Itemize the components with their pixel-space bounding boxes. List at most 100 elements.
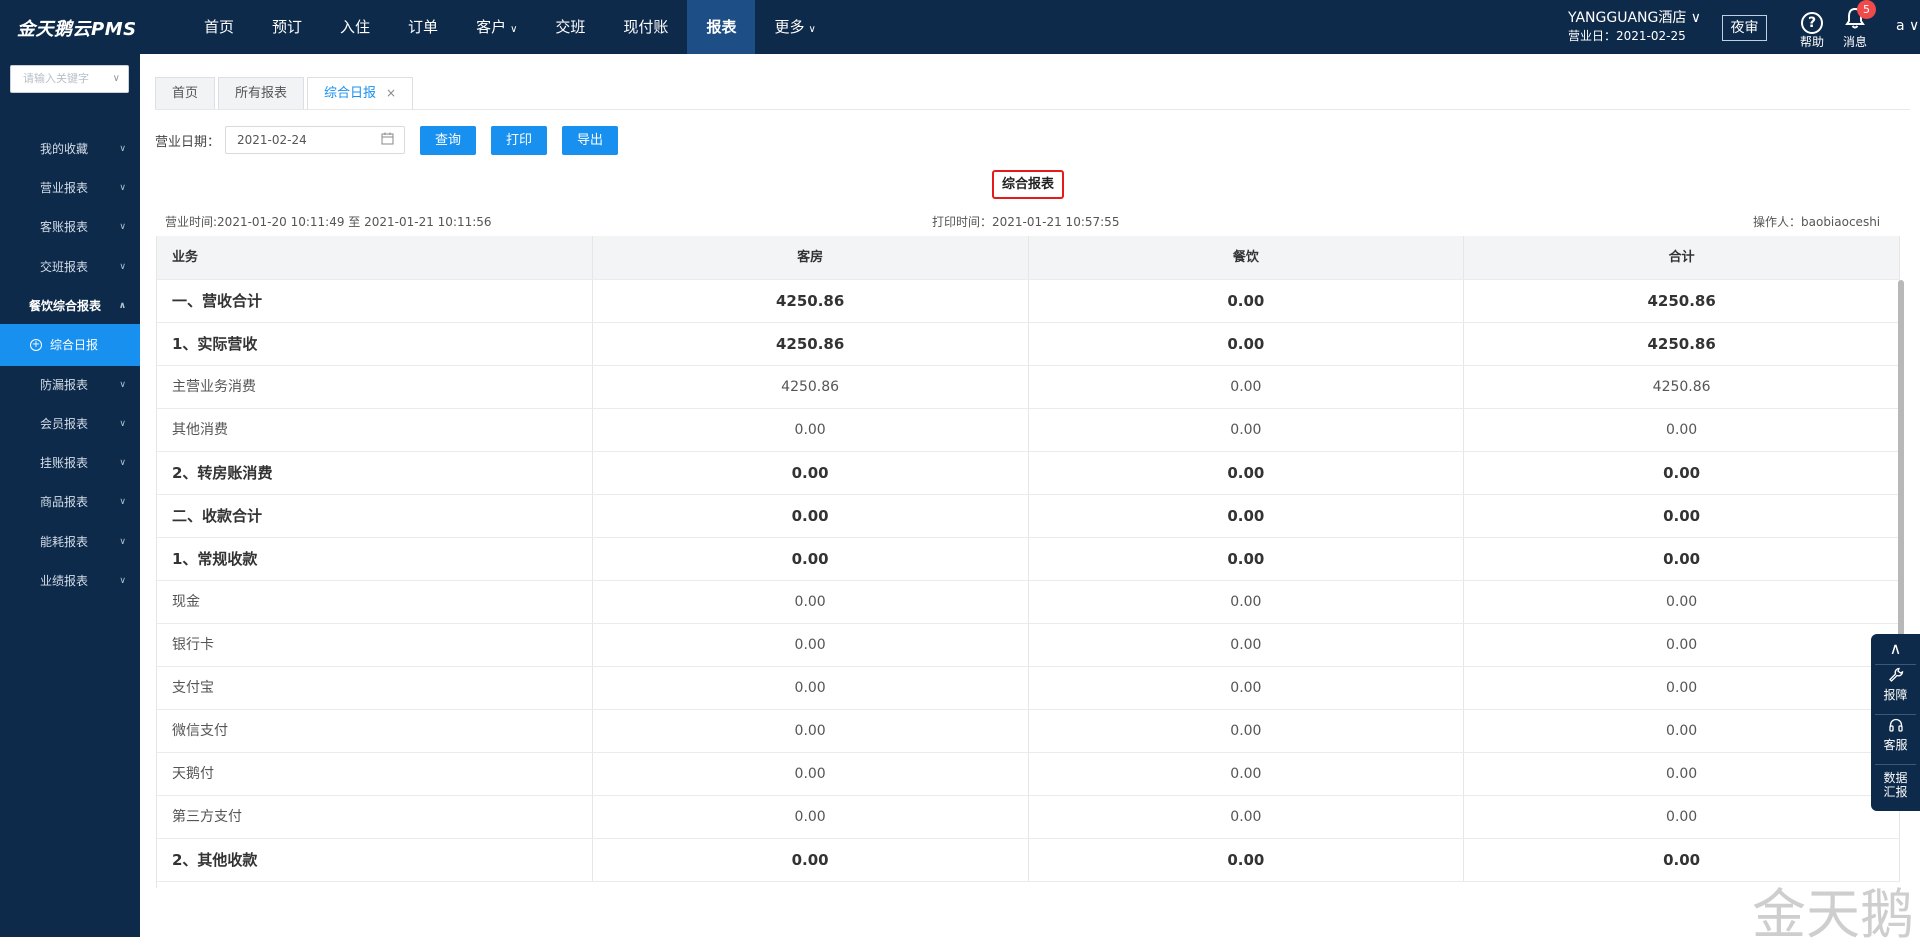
- night-audit-button[interactable]: 夜审: [1722, 15, 1767, 41]
- table-cell-food: 0.00: [1029, 624, 1465, 666]
- table-cell-name: 2、转房账消费: [157, 452, 593, 494]
- back-to-top-button[interactable]: ∧: [1871, 639, 1920, 659]
- messages-button[interactable]: 5 消息: [1837, 0, 1876, 50]
- tab-divider: [155, 109, 1910, 110]
- close-icon[interactable]: ×: [386, 86, 396, 100]
- table-cell-total: 0.00: [1464, 452, 1900, 494]
- sidebar-item-10[interactable]: 能耗报表 ∨: [0, 521, 140, 563]
- table-cell-room: 4250.86: [593, 366, 1029, 408]
- table-cell-food: 0.00: [1029, 667, 1465, 709]
- nav-item-4[interactable]: 客户 ∨: [457, 0, 536, 54]
- table-row: 2、转房账消费 0.00 0.00 0.00: [157, 452, 1900, 495]
- table-cell-room: 0.00: [593, 495, 1029, 537]
- table-row: 1、常规收款 0.00 0.00 0.00: [157, 538, 1900, 581]
- sidebar-item-9[interactable]: 商品报表 ∨: [0, 481, 140, 523]
- column-header: 业务: [157, 236, 593, 279]
- table-row: 第三方支付 0.00 0.00 0.00: [157, 796, 1900, 839]
- tab-2[interactable]: 综合日报 ×: [307, 77, 414, 110]
- hotel-name[interactable]: YANGGUANG酒店 ∨: [1568, 9, 1701, 27]
- table-cell-name: 支付宝: [157, 667, 593, 709]
- sidebar-item-4[interactable]: 餐饮综合报表 ∧: [0, 285, 140, 327]
- table-cell-total: 0.00: [1464, 667, 1900, 709]
- chevron-down-icon: ∨: [119, 144, 126, 154]
- tab-1[interactable]: 所有报表: [218, 77, 305, 110]
- table-row: 支付宝 0.00 0.00 0.00: [157, 667, 1900, 710]
- nav-item-1[interactable]: 预订: [253, 0, 321, 54]
- table-cell-room: 0.00: [593, 710, 1029, 752]
- sidebar-item-0[interactable]: 我的收藏 ∨: [0, 128, 140, 170]
- sidebar-item-7[interactable]: 会员报表 ∨: [0, 403, 140, 445]
- chevron-down-icon: ∨: [808, 24, 816, 35]
- table-row: 微信支付 0.00 0.00 0.00: [157, 710, 1900, 753]
- circle-plus-icon: +: [30, 339, 42, 351]
- table-cell-room: 0.00: [593, 452, 1029, 494]
- sidebar-item-5[interactable]: + 综合日报: [0, 324, 140, 366]
- table-cell-total: 4250.86: [1464, 366, 1900, 408]
- table-cell-name: 微信支付: [157, 710, 593, 752]
- table-row: 天鹅付 0.00 0.00 0.00: [157, 753, 1900, 796]
- table-cell-food: 0.00: [1029, 495, 1465, 537]
- sidebar-item-11[interactable]: 业绩报表 ∨: [0, 560, 140, 602]
- table-cell-name: 2、其他收款: [157, 839, 593, 881]
- table-cell-food: 0.00: [1029, 452, 1465, 494]
- nav-item-7[interactable]: 报表: [687, 0, 756, 54]
- sidebar-item-6[interactable]: 防漏报表 ∨: [0, 364, 140, 406]
- sidebar-item-2[interactable]: 客账报表 ∨: [0, 206, 140, 248]
- table-row: 其他消费 0.00 0.00 0.00: [157, 409, 1900, 452]
- table-cell-total: 0.00: [1464, 581, 1900, 623]
- sidebar-item-3[interactable]: 交班报表 ∨: [0, 246, 140, 288]
- main-nav: 首页 预订 入住 订单 客户 ∨ 交班 现付账 报表 更多 ∨: [185, 0, 835, 54]
- nav-item-3[interactable]: 订单: [389, 0, 457, 54]
- table-cell-room: 0.00: [593, 667, 1029, 709]
- chevron-down-icon: ∨: [112, 73, 120, 84]
- help-label: 帮助: [1799, 35, 1824, 49]
- table-cell-room: 0.00: [593, 581, 1029, 623]
- report-issue-button[interactable]: 报障: [1871, 667, 1920, 702]
- app-logo[interactable]: 金天鹅云PMS: [17, 15, 137, 41]
- table-cell-food: 0.00: [1029, 280, 1465, 322]
- column-header: 客房: [593, 236, 1029, 279]
- help-button[interactable]: ? 帮助: [1794, 7, 1830, 50]
- table-cell-room: 0.00: [593, 538, 1029, 580]
- table-row: 二、收款合计 0.00 0.00 0.00: [157, 495, 1900, 538]
- export-button[interactable]: 导出: [562, 126, 618, 155]
- message-count-badge: 5: [1857, 0, 1876, 19]
- tab-0[interactable]: 首页: [155, 77, 216, 110]
- nav-item-2[interactable]: 入住: [321, 0, 389, 54]
- chevron-down-icon: ∨: [510, 24, 518, 35]
- query-button[interactable]: 查询: [420, 126, 476, 155]
- nav-item-0[interactable]: 首页: [185, 0, 253, 54]
- table-cell-room: 0.00: [593, 409, 1029, 451]
- chevron-up-icon: ∧: [1889, 639, 1902, 658]
- chevron-up-icon: ∧: [118, 301, 126, 311]
- table-cell-total: 0.00: [1464, 796, 1900, 838]
- table-cell-room: 0.00: [593, 753, 1029, 795]
- calendar-icon[interactable]: [381, 127, 394, 153]
- customer-service-button[interactable]: 客服: [1871, 717, 1920, 752]
- nav-item-5[interactable]: 交班: [536, 0, 604, 54]
- nav-item-6[interactable]: 现付账: [604, 0, 687, 54]
- sidebar-search-input[interactable]: 请输入关键字 ∨: [10, 65, 129, 93]
- hotel-selector[interactable]: YANGGUANG酒店 ∨ 营业日：2021-02-25: [1568, 9, 1701, 45]
- column-header: 合计: [1464, 236, 1900, 279]
- table-cell-food: 0.00: [1029, 366, 1465, 408]
- page-tabs: 首页 所有报表 综合日报 ×: [155, 77, 416, 110]
- table-cell-total: 0.00: [1464, 753, 1900, 795]
- sidebar-item-8[interactable]: 挂账报表 ∨: [0, 442, 140, 484]
- headset-icon: [1871, 717, 1920, 738]
- business-date-input[interactable]: 2021-02-24: [225, 126, 405, 154]
- sidebar-item-1[interactable]: 营业报表 ∨: [0, 167, 140, 209]
- print-button[interactable]: 打印: [491, 126, 547, 155]
- nav-item-8[interactable]: 更多 ∨: [755, 0, 834, 54]
- table-row: 银行卡 0.00 0.00 0.00: [157, 624, 1900, 667]
- chevron-down-icon: ∨: [119, 497, 126, 507]
- table-cell-name: 银行卡: [157, 624, 593, 666]
- data-report-button[interactable]: 数据 汇报: [1871, 771, 1920, 799]
- table-cell-name: 现金: [157, 581, 593, 623]
- user-menu[interactable]: a ∨: [1896, 18, 1919, 34]
- business-day: 营业日：2021-02-25: [1568, 29, 1686, 43]
- chevron-down-icon: ∨: [119, 458, 126, 468]
- floating-service-panel: ∧ 报障 客服 数据 汇报: [1871, 634, 1920, 811]
- table-cell-name: 1、实际营收: [157, 323, 593, 365]
- chevron-down-icon: ∨: [119, 537, 126, 547]
